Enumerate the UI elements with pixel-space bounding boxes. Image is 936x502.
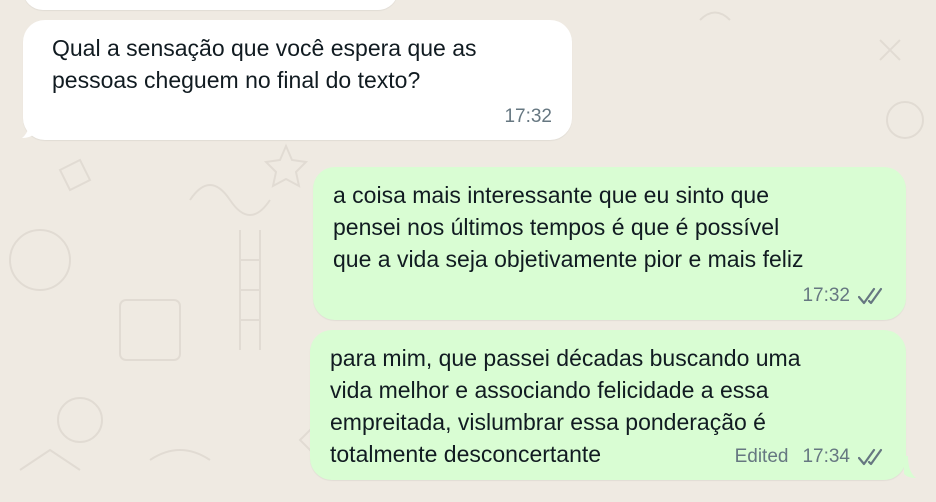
- message-meta: 17:32: [802, 285, 888, 307]
- message-time: 17:34: [802, 446, 850, 467]
- double-check-icon: [858, 448, 883, 466]
- message-text: para mim, que passei décadas buscando um…: [330, 345, 801, 467]
- message-text: Qual a sensação que você espera que as p…: [52, 35, 477, 93]
- message-text: a coisa mais interessante que eu sinto q…: [333, 182, 804, 272]
- outgoing-message-bubble[interactable]: para mim, que passei décadas buscando um…: [310, 330, 906, 480]
- edited-label: Edited: [734, 446, 789, 467]
- previous-message-bubble: [23, 0, 398, 10]
- message-meta: Edited 17:34: [735, 446, 888, 468]
- double-check-icon: [858, 287, 883, 305]
- outgoing-message-bubble[interactable]: a coisa mais interessante que eu sinto q…: [313, 167, 906, 320]
- bubble-tail: [904, 456, 916, 478]
- bubble-tail: [22, 116, 34, 138]
- message-time: 17:32: [504, 106, 552, 127]
- message-time: 17:32: [802, 285, 850, 306]
- message-meta: 17:32: [504, 106, 552, 128]
- incoming-message-bubble[interactable]: Qual a sensação que você espera que as p…: [23, 20, 572, 140]
